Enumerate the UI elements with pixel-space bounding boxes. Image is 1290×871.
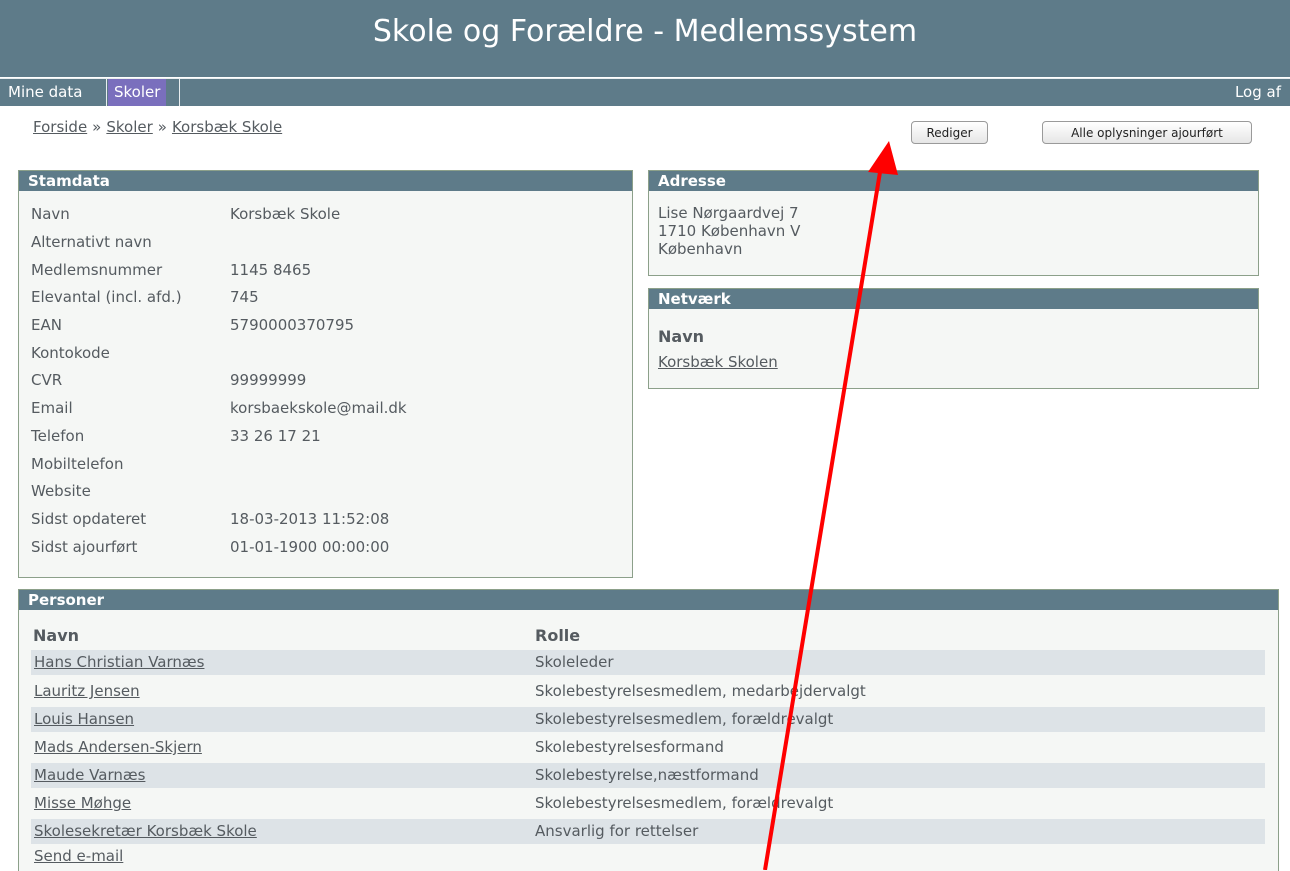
person-role: Ansvarlig for rettelser [535,822,699,840]
netvaerk-col-navn: Navn [658,327,705,346]
field-value: 18-03-2013 11:52:08 [230,510,390,528]
nav-divider [179,79,180,106]
send-email-link[interactable]: Send e-mail [34,847,123,865]
breadcrumb-forside[interactable]: Forside [33,118,87,136]
field-value: 5790000370795 [230,316,355,334]
netvaerk-link[interactable]: Korsbæk Skolen [658,353,778,371]
field-label: CVR [31,371,63,389]
field-label: Mobiltelefon [31,455,124,473]
table-row: Hans Christian Varnæs Skoleleder [31,650,1265,675]
field-label: Kontokode [31,344,110,362]
person-link[interactable]: Louis Hansen [34,707,134,732]
personer-panel: Personer Navn Rolle Hans Christian Varnæ… [18,589,1279,871]
address-line: Lise Nørgaardvej 7 [658,204,799,222]
person-link[interactable]: Skolesekretær Korsbæk Skole [34,819,257,844]
person-link[interactable]: Lauritz Jensen [34,679,140,704]
breadcrumb-skoler[interactable]: Skoler [106,118,152,136]
netvaerk-panel: Netværk Navn Korsbæk Skolen [648,288,1259,389]
person-role: Skoleleder [535,653,614,671]
field-label: Sidst ajourført [31,538,138,556]
table-row: Skolesekretær Korsbæk Skole Ansvarlig for… [31,819,1265,844]
field-value: 99999999 [230,371,307,389]
field-value: 745 [230,288,259,306]
field-label: Medlemsnummer [31,261,163,279]
field-value: Korsbæk Skole [230,205,341,223]
person-role: Skolebestyrelsesmedlem, forældrevalgt [535,794,834,812]
rediger-button[interactable]: Rediger [911,121,988,144]
app-header: Skole og Forældre - Medlemssystem [0,0,1290,77]
breadcrumb-current[interactable]: Korsbæk Skole [172,118,282,136]
field-value: 01-01-1900 00:00:00 [230,538,390,556]
table-row: Mads Andersen-Skjern Skolebestyrelsesform… [31,735,1265,760]
table-row: Louis Hansen Skolebestyrelsesmedlem, foræ… [31,707,1265,732]
personer-col-navn: Navn [33,626,80,645]
person-role: Skolebestyrelsesmedlem, medarbejdervalgt [535,682,866,700]
table-row: Misse Møhge Skolebestyrelsesmedlem, foræl… [31,791,1265,816]
stamdata-panel: Stamdata Navn Korsbæk Skole Alternativt n… [18,170,633,578]
field-value: 33 26 17 21 [230,427,321,445]
field-label: Email [31,399,73,417]
person-role: Skolebestyrelse,næstformand [535,766,759,784]
field-label: Sidst opdateret [31,510,147,528]
table-row: Maude Varnæs Skolebestyrelse,næstformand [31,763,1265,788]
person-role: Skolebestyrelsesformand [535,738,724,756]
adresse-title: Adresse [649,171,1258,191]
breadcrumb-separator: » [157,118,167,136]
nav-divider [106,79,107,106]
field-label: EAN [31,316,62,334]
address-line: 1710 København V [658,222,801,240]
field-label: Navn [31,205,70,223]
field-label: Telefon [31,427,85,445]
person-link[interactable]: Mads Andersen-Skjern [34,735,202,760]
person-role: Skolebestyrelsesmedlem, forældrevalgt [535,710,834,728]
address-line: København [658,240,743,258]
field-label: Alternativt navn [31,233,152,251]
nav-log-af[interactable]: Log af [1230,79,1286,106]
personer-col-rolle: Rolle [535,626,581,645]
personer-title: Personer [19,590,1278,610]
table-row: Lauritz Jensen Skolebestyrelsesmedlem, me… [31,679,1265,704]
person-link[interactable]: Misse Møhge [34,791,131,816]
field-label: Elevantal (incl. afd.) [31,288,182,306]
main-nav: Mine data Skoler Log af [0,78,1290,106]
app-title: Skole og Forældre - Medlemssystem [372,14,918,49]
field-value: 1145 8465 [230,261,312,279]
breadcrumb: Forside» Skoler» Korsbæk Skole [33,118,282,136]
field-label: Website [31,482,91,500]
field-value: korsbaekskole@mail.dk [230,399,407,417]
alle-oplysninger-ajourfort-button[interactable]: Alle oplysninger ajourført [1042,121,1252,144]
netvaerk-title: Netværk [649,289,1258,309]
stamdata-title: Stamdata [19,171,632,191]
person-link[interactable]: Hans Christian Varnæs [34,650,204,675]
nav-skoler[interactable]: Skoler [108,79,167,106]
adresse-panel: Adresse Lise Nørgaardvej 7 1710 Københav… [648,170,1259,276]
breadcrumb-separator: » [92,118,102,136]
nav-mine-data[interactable]: Mine data [3,79,87,106]
person-link[interactable]: Maude Varnæs [34,763,145,788]
